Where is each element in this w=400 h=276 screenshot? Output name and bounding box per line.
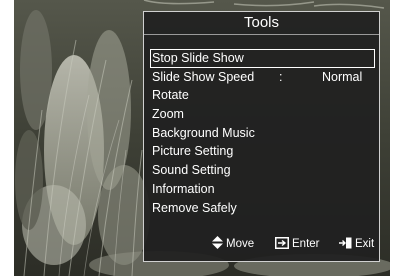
enter-hint: Enter [275, 234, 320, 254]
title-divider [144, 34, 379, 35]
menu-item-rotate[interactable]: Rotate [150, 86, 375, 105]
key-guide: Move Enter Exit [144, 234, 379, 254]
menu-item-label: Zoom [152, 107, 184, 122]
menu-item-label: Slide Show Speed [152, 69, 255, 84]
menu-item-separator: : [279, 69, 283, 84]
menu-item-zoom[interactable]: Zoom [150, 105, 375, 124]
menu-item-label: Sound Setting [152, 163, 231, 178]
menu-item-background-music[interactable]: Background Music [150, 124, 375, 143]
menu-item-slide-show-speed[interactable]: Slide Show Speed : Normal [150, 68, 375, 87]
up-down-arrows-icon [212, 236, 223, 249]
move-label: Move [226, 238, 255, 250]
enter-label: Enter [292, 238, 320, 250]
tools-title: Tools [243, 14, 280, 31]
exit-icon [339, 237, 352, 249]
slide-show-speed-value: Normal [322, 69, 363, 84]
photo-viewer-screen: Tools Stop Slide Show Slide Show Speed :… [14, 0, 390, 276]
menu-item-remove-safely[interactable]: Remove Safely [150, 199, 375, 218]
menu-item-label: Remove Safely [152, 200, 237, 215]
menu-item-label: Stop Slide Show [152, 51, 244, 65]
tools-menu-list: Stop Slide Show Slide Show Speed : Norma… [150, 49, 375, 217]
menu-item-label: Information [152, 181, 215, 196]
menu-item-information[interactable]: Information [150, 180, 375, 199]
menu-item-label: Picture Setting [152, 144, 234, 159]
menu-item-picture-setting[interactable]: Picture Setting [150, 142, 375, 161]
menu-item-sound-setting[interactable]: Sound Setting [150, 161, 375, 180]
move-hint: Move [212, 234, 254, 254]
exit-label: Exit [355, 238, 375, 250]
exit-hint: Exit [339, 234, 374, 254]
enter-icon [275, 237, 289, 249]
menu-item-label: Rotate [152, 88, 189, 103]
menu-item-stop-slide-show[interactable]: Stop Slide Show [150, 49, 375, 68]
tools-menu-panel: Tools Stop Slide Show Slide Show Speed :… [143, 11, 380, 262]
menu-item-label: Background Music [152, 125, 255, 140]
